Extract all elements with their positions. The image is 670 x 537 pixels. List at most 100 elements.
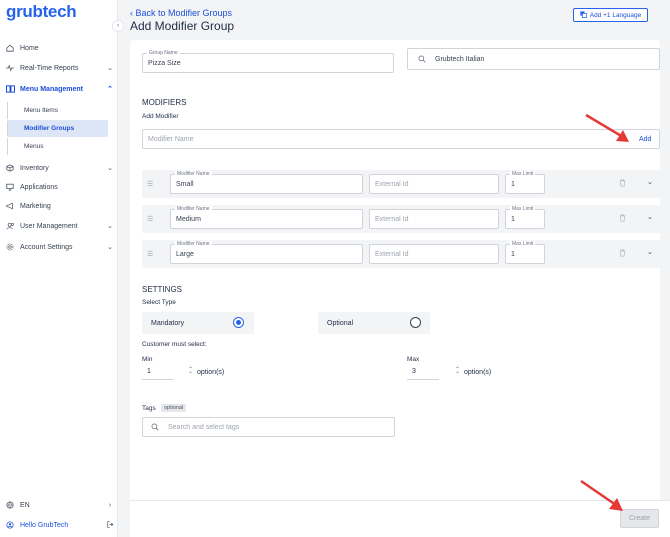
sidebar-item-real-time-reports[interactable]: Real-Time Reports ⌄ [0,59,117,77]
max-limit-value: 1 [511,180,515,188]
user-profile[interactable]: Hello GrubTech [0,516,117,534]
max-limit-label: Max Limit [510,241,536,247]
modifier-name-value: Large [176,250,194,258]
optional-badge: optional [161,404,187,412]
add-modifier-button[interactable]: Add [639,136,651,143]
modifier-name-label: Modifier Name [175,241,212,247]
mandatory-label: Mandatory [151,319,185,327]
modifier-name-field[interactable]: Modifier Name Small [170,171,363,194]
chevron-down-icon[interactable]: ⌄ [647,248,653,256]
max-limit-field[interactable]: Max Limit 1 [505,171,545,194]
min-stepper-icon[interactable]: ⌃ ⌄ [188,366,193,380]
modifiers-title: MODIFIERS [142,98,187,107]
add-modifier-label: Add Modifier [142,113,179,120]
annotation-arrow-icon [580,479,623,511]
logout-icon[interactable] [103,520,117,530]
sidebar-item-applications[interactable]: Applications [0,178,117,196]
language-selector[interactable]: EN › [0,496,117,514]
tags-search-field[interactable]: Search and select tags [142,417,395,437]
drag-handle-icon[interactable]: ☰ [147,250,153,258]
optional-option[interactable]: Optional [318,312,430,334]
sidebar-item-label: User Management [20,222,78,230]
sidebar-item-menu-management[interactable]: Menu Management ⌃ [0,80,117,98]
sidebar-subitem-label: Menu Items [24,107,58,114]
globe-icon [0,501,20,509]
mandatory-radio[interactable] [233,317,244,328]
modifier-name-value: Medium [176,215,201,223]
chevron-down-icon: ⌄ [107,223,113,230]
form-card [130,40,660,536]
max-limit-field[interactable]: Max Limit 1 [505,241,545,264]
search-icon [418,55,426,63]
max-options-suffix: option(s) [464,369,492,376]
group-name-label: Group Name [147,50,180,56]
chevron-down-icon[interactable]: ⌄ [647,178,653,186]
trash-icon[interactable] [619,214,626,224]
modifier-row: ☰ Modifier Name Small External Id Max Li… [142,170,660,198]
megaphone-icon [0,202,20,210]
sidebar-subitem-menu-items[interactable]: Menu Items [7,102,108,119]
max-input[interactable]: 3 [407,368,439,380]
group-name-field[interactable]: Group Name Pizza Size [142,50,394,73]
max-limit-value: 1 [511,250,515,258]
brand-value: Grubtech Italian [435,55,485,63]
sidebar-item-user-management[interactable]: User Management ⌄ [0,217,117,235]
search-icon [151,423,159,431]
sidebar-item-label: Real-Time Reports [20,64,79,72]
sidebar-subitem-menus[interactable]: Menus [7,138,108,155]
sidebar: grubtech Home Real-Time Reports ⌄ Menu M… [0,0,118,537]
monitor-icon [0,183,20,191]
sidebar-item-inventory[interactable]: Inventory ⌄ [0,159,117,177]
grubtech-logo[interactable]: grubtech [6,2,77,22]
optional-radio[interactable] [410,317,421,328]
external-id-field[interactable]: External Id [369,209,499,229]
external-id-field[interactable]: External Id [369,174,499,194]
sidebar-item-marketing[interactable]: Marketing [0,197,117,215]
modifier-row: ☰ Modifier Name Large External Id Max Li… [142,240,660,268]
sidebar-item-label: Inventory [20,164,49,172]
trash-icon[interactable] [619,179,626,189]
chevron-down-icon: ⌄ [107,65,113,72]
external-id-placeholder: External Id [375,250,409,258]
modifier-name-value: Small [176,180,194,188]
max-limit-field[interactable]: Max Limit 1 [505,206,545,229]
external-id-field[interactable]: External Id [369,244,499,264]
add-language-button[interactable]: Add +1 Language [573,8,648,22]
modifier-name-field[interactable]: Modifier Name Medium [170,206,363,229]
modifier-name-label: Modifier Name [175,206,212,212]
modifier-name-field[interactable]: Modifier Name Large [170,241,363,264]
external-id-placeholder: External Id [375,215,409,223]
max-limit-value: 1 [511,215,515,223]
sidebar-item-account-settings[interactable]: Account Settings ⌄ [0,238,117,256]
min-input[interactable]: 1 [142,368,174,380]
gear-icon [0,243,20,251]
page-title: Add Modifier Group [130,19,235,33]
modifier-name-placeholder: Modifier Name [148,135,194,143]
back-link-label: Back to Modifier Groups [135,8,233,18]
pulse-icon [0,64,20,72]
settings-title: SETTINGS [142,285,183,294]
optional-label: Optional [327,319,354,327]
mandatory-option[interactable]: Mandatory [142,312,254,334]
min-label: Min [142,356,153,363]
collapse-sidebar-button[interactable]: ‹ [112,20,124,32]
sidebar-subitem-label: Menus [24,143,44,150]
sidebar-subitem-label: Modifier Groups [24,125,75,132]
drag-handle-icon[interactable]: ☰ [147,215,153,223]
sidebar-item-home[interactable]: Home [0,39,117,57]
chevron-up-icon: ⌃ [107,86,113,93]
max-stepper-icon[interactable]: ⌃ ⌄ [455,366,460,380]
brand-search-field[interactable]: Grubtech Italian [407,48,660,70]
back-link[interactable]: ‹ Back to Modifier Groups [130,8,232,18]
modifier-name-label: Modifier Name [175,171,212,177]
customer-must-select-label: Customer must select: [142,341,207,348]
main-content: ‹ Back to Modifier Groups Add Modifier G… [130,0,670,537]
sidebar-subitem-modifier-groups[interactable]: Modifier Groups [7,120,108,137]
language-label: EN [20,501,30,509]
home-icon [0,44,20,52]
chevron-down-icon[interactable]: ⌄ [647,213,653,221]
drag-handle-icon[interactable]: ☰ [147,180,153,188]
trash-icon[interactable] [619,249,626,259]
tags-placeholder: Search and select tags [168,423,240,431]
annotation-arrow-icon [585,113,629,142]
